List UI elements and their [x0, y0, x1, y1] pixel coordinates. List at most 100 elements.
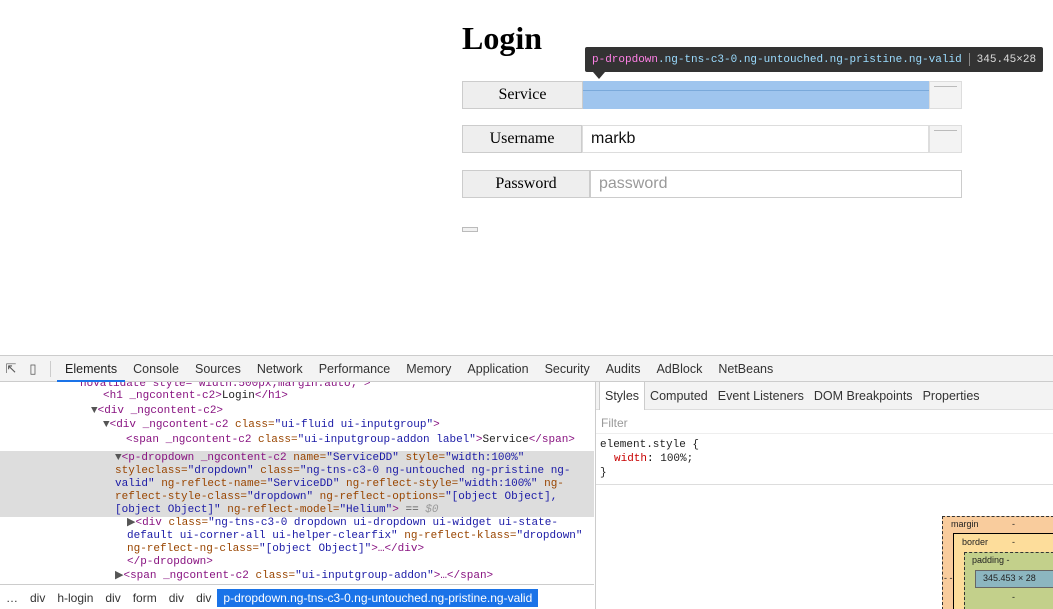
service-label: Service [462, 81, 583, 109]
tab-console[interactable]: Console [125, 356, 187, 382]
dom-val: "dropdown" [247, 491, 314, 503]
tab-application[interactable]: Application [459, 356, 536, 382]
dom-attr: ng- [537, 478, 564, 490]
dom-attr: class= [253, 465, 300, 477]
dom-tag: <span _ngcontent-c2 [123, 570, 256, 582]
dom-attr: ng-reflect-ng-class= [127, 543, 260, 555]
devtools-tabbar: ⇱ ▯ Elements Console Sources Network Per… [0, 356, 1053, 382]
dom-eq: == [398, 504, 426, 516]
expand-triangle-icon[interactable]: ▼ [91, 405, 98, 417]
dom-attr: reflect-style-class= [115, 491, 248, 503]
dom-tag: </p-dropdown> [127, 556, 213, 568]
dom-val: "width:100%" [445, 452, 525, 464]
breadcrumb-item[interactable]: div [163, 591, 190, 605]
rule-declaration[interactable]: width: 100%; [600, 452, 1053, 466]
expand-triangle-icon[interactable]: ▼ [103, 419, 110, 431]
tooltip-arrow [593, 72, 605, 79]
dom-tag: </span> [528, 434, 575, 446]
tab-security[interactable]: Security [537, 356, 598, 382]
dom-tag: <span _ngcontent-c2 [126, 434, 259, 446]
username-field[interactable]: markb [582, 125, 929, 153]
dom-val: "ng-tns-c3-0 ng-untouched ng-pristine ng… [299, 465, 571, 477]
dom-attr: ng-reflect-model= [220, 504, 340, 516]
service-dropdown-trigger[interactable] [929, 81, 962, 109]
breadcrumb-item[interactable]: h-login [51, 591, 99, 605]
dom-val: "ServiceDD" [326, 452, 399, 464]
inspect-tooltip: p-dropdown .ng-tns-c3-0.ng-untouched.ng-p… [585, 47, 1044, 72]
rule-selector: element.style { [600, 439, 700, 451]
dom-selected-ref: $0 [425, 504, 439, 516]
dom-tag: > [433, 419, 440, 431]
tab-adblock[interactable]: AdBlock [648, 356, 710, 382]
dom-attr: style= [398, 452, 446, 464]
dom-line-selected[interactable]: reflect-style-class="dropdown" ng-reflec… [115, 491, 594, 505]
tab-performance[interactable]: Performance [311, 356, 399, 382]
breadcrumb-item[interactable]: div [190, 591, 217, 605]
dom-line[interactable]: </p-dropdown> [127, 556, 594, 570]
tab-properties[interactable]: Properties [918, 382, 985, 410]
dom-tag: <div _ngcontent-c2 [109, 419, 236, 431]
tooltip-classes: .ng-tns-c3-0.ng-untouched.ng-pristine.ng… [658, 53, 962, 66]
devtools-panel: ⇱ ▯ Elements Console Sources Network Per… [0, 355, 1053, 609]
tab-netbeans[interactable]: NetBeans [710, 356, 781, 382]
dom-val: "[object Object], [445, 491, 558, 503]
tab-event-listeners[interactable]: Event Listeners [713, 382, 809, 410]
tab-audits[interactable]: Audits [598, 356, 649, 382]
expand-triangle-icon[interactable]: ▼ [115, 452, 122, 464]
tooltip-tag: p-dropdown [592, 53, 659, 66]
tab-network[interactable]: Network [249, 356, 311, 382]
username-label: Username [462, 125, 582, 153]
breadcrumb: … div h-login div form div div p-dropdow… [0, 584, 594, 609]
dom-val: valid" [115, 478, 155, 490]
dom-line-selected[interactable]: ▼<p-dropdown _ngcontent-c2 name="Service… [115, 452, 594, 466]
breadcrumb-item-active[interactable]: p-dropdown.ng-tns-c3-0.ng-untouched.ng-p… [217, 588, 539, 607]
dom-val: "ui-inputgroup-addon" [295, 570, 434, 582]
service-dropdown[interactable] [583, 81, 929, 109]
dom-line[interactable]: ▶<div class="ng-tns-c3-0 dropdown ui-dro… [127, 517, 594, 531]
dom-line[interactable]: ▶<span _ngcontent-c2 class="ui-inputgrou… [115, 570, 594, 584]
dom-val: "ui-fluid ui-inputgroup" [274, 419, 434, 431]
device-toolbar-icon[interactable]: ▯ [22, 358, 44, 380]
dom-line[interactable]: default ui-corner-all ui-helper-clearfix… [127, 530, 594, 544]
dom-line[interactable]: ng-reflect-ng-class="[object Object]">…<… [127, 543, 594, 557]
dom-tag: >…</div> [371, 543, 425, 555]
breadcrumb-item[interactable]: … [0, 591, 24, 605]
inspect-element-icon[interactable]: ⇱ [0, 358, 22, 380]
tab-dom-breakpoints[interactable]: DOM Breakpoints [809, 382, 918, 410]
chevron-down-icon [934, 86, 957, 87]
breadcrumb-item[interactable]: form [127, 591, 163, 605]
dom-attr: class= [255, 570, 296, 582]
password-input-group: Password password [462, 170, 962, 198]
dom-line[interactable]: <h1 _ngcontent-c2>Login</h1> [103, 390, 594, 404]
login-button[interactable] [462, 227, 478, 232]
breadcrumb-item[interactable]: div [24, 591, 51, 605]
margin-value: - [1012, 519, 1015, 529]
dom-val: default ui-corner-all ui-helper-clearfix… [127, 530, 398, 542]
rule-close: } [600, 467, 607, 479]
styles-filter-input[interactable]: Filter [596, 410, 1053, 434]
tab-memory[interactable]: Memory [398, 356, 459, 382]
dom-text: Login [221, 390, 255, 402]
username-input-group: Username markb [462, 125, 962, 153]
dom-line[interactable]: ▼<div _ngcontent-c2> [91, 405, 594, 419]
breadcrumb-item[interactable]: div [99, 591, 126, 605]
password-field[interactable]: password [590, 170, 962, 198]
rule-value: 100%; [660, 453, 694, 465]
dom-line-selected[interactable]: valid" ng-reflect-name="ServiceDD" ng-re… [115, 478, 594, 492]
tab-elements[interactable]: Elements [57, 356, 126, 382]
tab-sources[interactable]: Sources [187, 356, 249, 382]
dom-line[interactable]: ▼<div _ngcontent-c2 class="ui-fluid ui-i… [103, 419, 594, 433]
dom-val: "dropdown" [516, 530, 583, 542]
dom-text: novalidate style="width:500px;margin:aut… [80, 382, 371, 390]
dom-val: "[object Object]" [259, 543, 372, 555]
tab-styles[interactable]: Styles [599, 381, 646, 410]
dom-tree: novalidate style="width:500px;margin:aut… [0, 382, 594, 584]
dom-val: "ServiceDD" [266, 478, 340, 490]
margin-label: margin [951, 519, 979, 529]
dom-line-selected[interactable]: [object Object]" ng-reflect-model="Heliu… [115, 504, 594, 518]
dom-line[interactable]: <span _ngcontent-c2 class="ui-inputgroup… [126, 434, 594, 448]
box-model-diagram: margin - border - padding - 345.453 × 28… [942, 516, 1053, 609]
dom-line-selected[interactable]: styleclass="dropdown" class="ng-tns-c3-0… [115, 465, 594, 479]
tab-computed[interactable]: Computed [645, 382, 713, 410]
border-value: - [1012, 537, 1015, 547]
